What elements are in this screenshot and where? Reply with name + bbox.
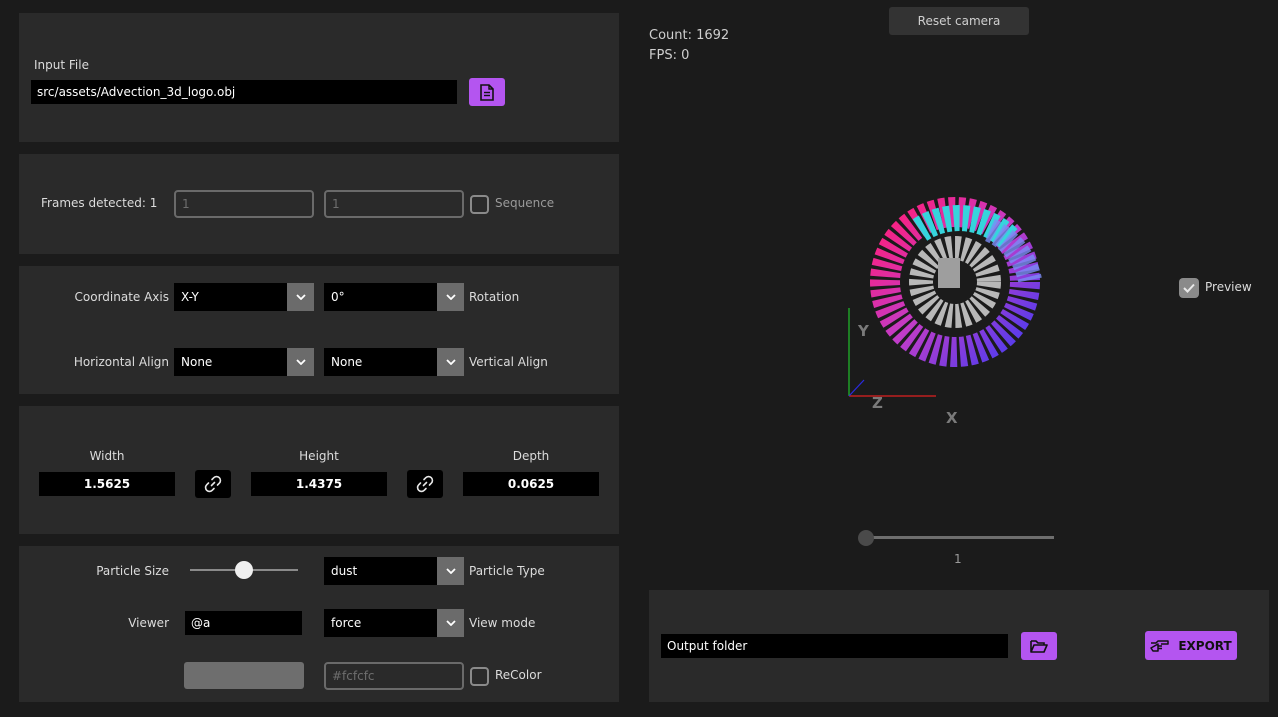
horizontal-align-label: Horizontal Align [73, 355, 169, 369]
frame-start-field[interactable]: 1 [174, 190, 314, 218]
checkmark-icon [1183, 283, 1195, 293]
export-label: EXPORT [1178, 638, 1232, 653]
viewer-field[interactable]: @a [185, 611, 302, 635]
coordinate-axis-label: Coordinate Axis [74, 290, 170, 304]
vertical-align-select[interactable]: None [324, 348, 464, 376]
rotation-value: 0° [331, 290, 345, 304]
reset-camera-label: Reset camera [917, 14, 1001, 28]
particle-size-slider[interactable] [190, 561, 298, 579]
chevron-down-icon [287, 283, 314, 311]
link-icon [204, 475, 222, 493]
slider-thumb[interactable] [858, 530, 874, 546]
particle-type-label: Particle Type [469, 564, 545, 578]
width-label: Width [89, 449, 125, 463]
particles-panel: Particle Size dust Particle Type Viewer … [19, 546, 619, 702]
recolor-checkbox[interactable] [470, 667, 489, 686]
horizontal-align-select[interactable]: None [174, 348, 314, 376]
frame-slider-value: 1 [954, 552, 962, 566]
pointing-hand-icon [1150, 639, 1170, 652]
color-swatch-button[interactable] [184, 662, 304, 689]
input-file-panel: Input File src/assets/Advection_3d_logo.… [19, 13, 619, 142]
view-mode-value: force [331, 616, 362, 630]
view-mode-label: View mode [469, 616, 536, 630]
particle-size-label: Particle Size [96, 564, 169, 578]
coordinate-axis-value: X-Y [181, 290, 199, 304]
rotation-select[interactable]: 0° [324, 283, 464, 311]
frame-end-field[interactable]: 1 [324, 190, 464, 218]
height-field[interactable]: 1.4375 [251, 472, 387, 496]
particle-count: Count: 1692 [649, 28, 730, 43]
particle-logo [870, 197, 1042, 367]
dimensions-panel: Width 1.5625 Height 1.4375 Depth 0.0625 [19, 406, 619, 534]
slider-track [866, 536, 1054, 539]
sequence-checkbox[interactable] [470, 195, 489, 214]
browse-file-button[interactable] [469, 78, 505, 106]
link-height-depth-button[interactable] [407, 470, 443, 498]
chevron-down-icon [437, 609, 464, 637]
preview-checkbox[interactable] [1179, 278, 1199, 298]
chevron-down-icon [437, 557, 464, 585]
depth-field[interactable]: 0.0625 [463, 472, 599, 496]
vertical-align-label: Vertical Align [469, 355, 548, 369]
sequence-label: Sequence [495, 196, 555, 210]
link-icon [416, 475, 434, 493]
chevron-down-icon [437, 283, 464, 311]
coordinate-axis-select[interactable]: X-Y [174, 283, 314, 311]
depth-label: Depth [512, 449, 550, 463]
file-icon [480, 83, 494, 101]
input-file-label: Input File [34, 58, 89, 72]
reset-camera-button[interactable]: Reset camera [889, 7, 1029, 35]
transform-panel: Coordinate Axis X-Y 0° Rotation Horizont… [19, 266, 619, 394]
particle-type-select[interactable]: dust [324, 557, 464, 585]
folder-open-icon [1030, 640, 1048, 653]
export-button[interactable]: EXPORT [1145, 631, 1237, 660]
particle-type-value: dust [331, 564, 358, 578]
input-file-path-field[interactable]: src/assets/Advection_3d_logo.obj [31, 80, 457, 104]
axis-y-label: Y [858, 322, 869, 340]
chevron-down-icon [287, 348, 314, 376]
axis-x-label: X [946, 409, 958, 427]
particle-preview-canvas[interactable] [820, 190, 1080, 440]
horizontal-align-value: None [181, 355, 213, 369]
width-field[interactable]: 1.5625 [39, 472, 175, 496]
height-label: Height [299, 449, 339, 463]
slider-thumb[interactable] [235, 561, 253, 579]
recolor-label: ReColor [495, 668, 542, 682]
view-mode-select[interactable]: force [324, 609, 464, 637]
chevron-down-icon [437, 348, 464, 376]
fps-readout: FPS: 0 [649, 48, 690, 63]
export-panel: Output folder EXPORT [649, 590, 1269, 702]
frame-slider[interactable] [858, 529, 1054, 547]
vertical-align-value: None [331, 355, 363, 369]
frames-detected-label: Frames detected: 1 [41, 196, 158, 210]
viewer-label: Viewer [128, 616, 169, 630]
recolor-hex-field[interactable]: #fcfcfc [324, 662, 464, 690]
frames-panel: Frames detected: 1 1 1 Sequence [19, 154, 619, 254]
preview-label: Preview [1205, 280, 1252, 294]
browse-folder-button[interactable] [1021, 632, 1057, 660]
link-width-height-button[interactable] [195, 470, 231, 498]
output-folder-field[interactable]: Output folder [661, 634, 1008, 658]
rotation-label: Rotation [469, 290, 520, 304]
axis-z-label: Z [872, 394, 883, 412]
